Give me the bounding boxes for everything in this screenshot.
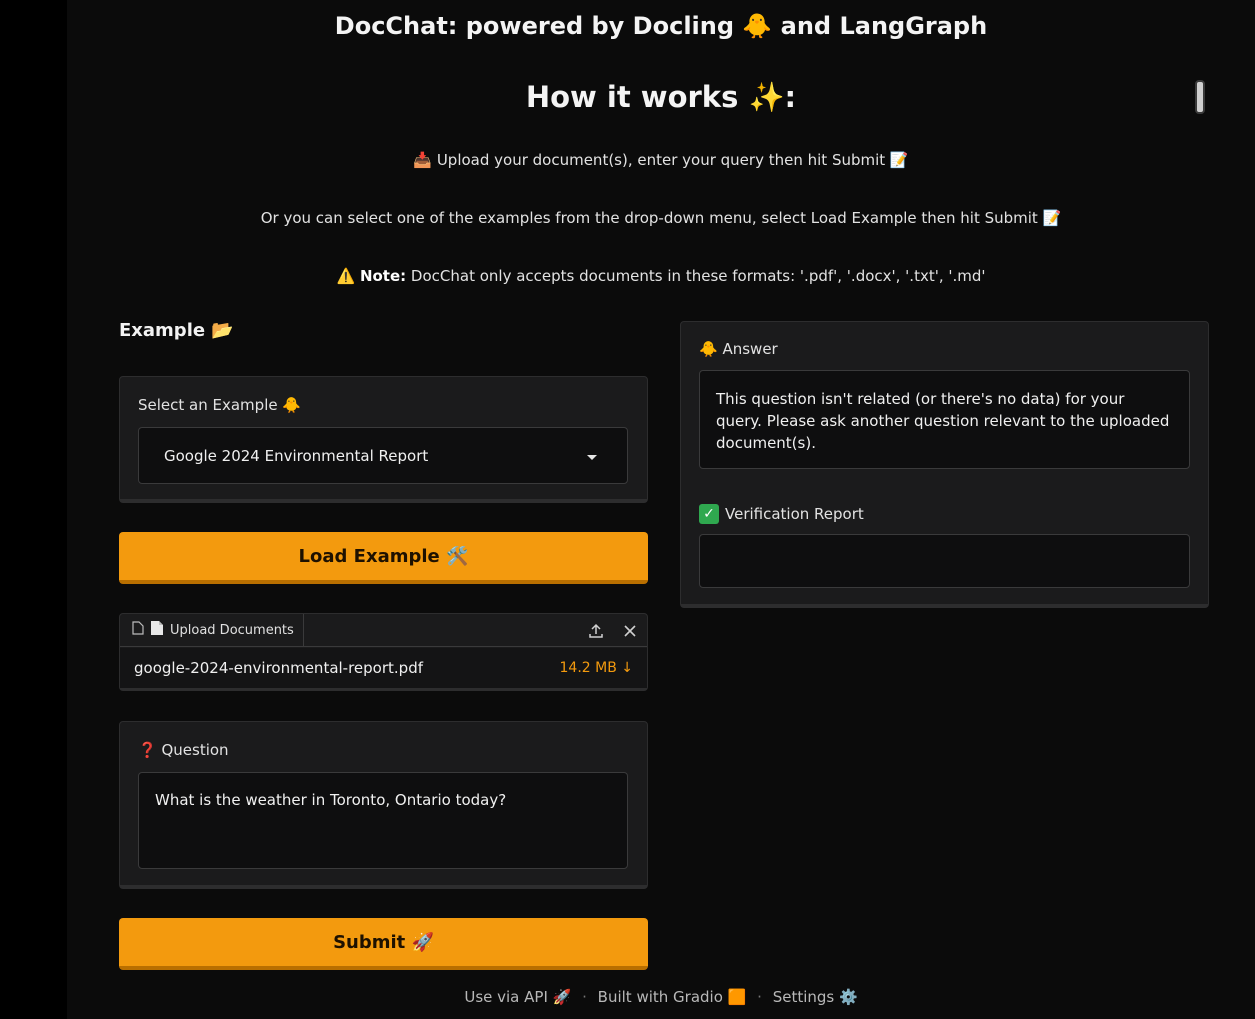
close-icon[interactable] — [619, 620, 641, 642]
upload-icon[interactable] — [585, 620, 607, 642]
page-title: DocChat: powered by Docling 🐥 and LangGr… — [334, 12, 988, 40]
instruction-example: Or you can select one of the examples fr… — [260, 209, 1062, 227]
warning-icon: ⚠️ — [336, 267, 356, 285]
upload-documents-tab[interactable]: Upload Documents — [120, 614, 304, 647]
question-panel: ❓ Question What is the weather in Toront… — [119, 721, 648, 889]
use-via-api-link[interactable]: Use via API 🚀 — [464, 988, 571, 1006]
instruction-upload: 📥 Upload your document(s), enter your qu… — [413, 151, 909, 169]
file-size-download-link[interactable]: 14.2 MB ↓ — [560, 660, 634, 676]
chevron-down-icon — [587, 455, 597, 460]
upload-tab-label: Upload Documents — [170, 622, 294, 638]
verification-label: Verification Report — [725, 505, 864, 523]
scrollbar-thumb[interactable] — [1195, 80, 1205, 114]
settings-link[interactable]: Settings ⚙️ — [773, 988, 858, 1006]
question-input[interactable]: What is the weather in Toronto, Ontario … — [138, 772, 628, 869]
chick-icon: 🐥 — [699, 340, 718, 358]
built-with-gradio-link[interactable]: Built with Gradio 🟧 — [598, 988, 747, 1006]
app-container: DocChat: powered by Docling 🐥 and LangGr… — [67, 0, 1255, 1019]
example-dropdown[interactable]: Google 2024 Environmental Report — [138, 427, 628, 484]
left-gutter — [0, 0, 67, 1019]
uploaded-file-row[interactable]: google-2024-environmental-report.pdf 14.… — [120, 648, 647, 688]
format-note: ⚠️ Note: DocChat only accepts documents … — [67, 267, 1255, 285]
note-label: Note: — [359, 267, 407, 285]
upload-documents-panel: Upload Documents google-2024-environment… — [119, 613, 648, 691]
example-section-label: Example 📂 — [119, 320, 234, 341]
answer-panel: 🐥 Answer This question isn't related (or… — [680, 321, 1209, 608]
note-text: DocChat only accepts documents in these … — [410, 267, 986, 285]
answer-label: Answer — [722, 340, 778, 358]
footer: Use via API 🚀 · Built with Gradio 🟧 · Se… — [67, 988, 1255, 1006]
check-icon: ✓ — [699, 504, 719, 524]
answer-output[interactable]: This question isn't related (or there's … — [699, 370, 1190, 469]
verification-output[interactable] — [699, 534, 1190, 588]
question-label-row: ❓ Question — [138, 741, 229, 759]
select-example-label: Select an Example 🐥 — [138, 396, 302, 414]
dropdown-value: Google 2024 Environmental Report — [164, 446, 429, 465]
how-it-works-heading: How it works ✨: — [525, 80, 797, 114]
footer-separator: · — [757, 988, 762, 1006]
upload-toolbar — [304, 614, 647, 647]
document-icon — [150, 620, 164, 640]
verification-label-row: ✓ Verification Report — [699, 504, 864, 524]
footer-separator: · — [582, 988, 587, 1006]
answer-label-row: 🐥 Answer — [699, 340, 778, 358]
question-mark-icon: ❓ — [138, 741, 157, 759]
load-example-button[interactable]: Load Example 🛠️ — [119, 532, 648, 584]
submit-button[interactable]: Submit 🚀 — [119, 918, 648, 970]
question-label: Question — [161, 741, 229, 759]
file-outline-icon — [132, 621, 144, 639]
example-select-panel: Select an Example 🐥 Google 2024 Environm… — [119, 376, 648, 503]
file-name: google-2024-environmental-report.pdf — [134, 659, 423, 677]
